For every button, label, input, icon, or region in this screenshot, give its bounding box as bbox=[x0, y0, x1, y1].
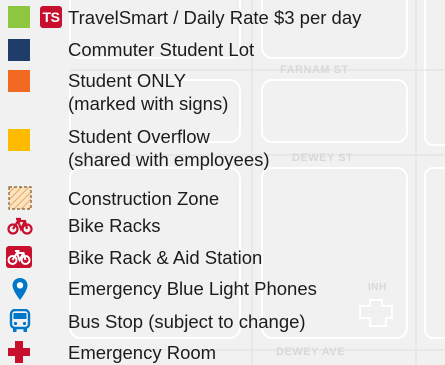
legend-sublabel: (marked with signs) bbox=[68, 93, 229, 114]
student-overflow-swatch bbox=[8, 129, 30, 151]
legend-label: Bus Stop (subject to change) bbox=[68, 311, 306, 332]
bike-icon bbox=[7, 217, 33, 235]
location-pin-icon bbox=[12, 278, 28, 300]
bus-icon bbox=[9, 309, 31, 332]
legend-label: Emergency Room bbox=[68, 342, 217, 363]
legend-label: Emergency Blue Light Phones bbox=[68, 278, 317, 299]
travelsmart-swatch bbox=[8, 6, 30, 28]
cross-icon bbox=[8, 341, 30, 363]
map-legend: TS TravelSmart / Daily Rate $3 per day C… bbox=[0, 0, 445, 365]
legend-label: Bike Racks bbox=[68, 215, 161, 236]
construction-zone-swatch bbox=[8, 186, 32, 210]
legend-label: TravelSmart / Daily Rate $3 per day bbox=[68, 7, 362, 28]
bike-aid-icon bbox=[6, 246, 32, 268]
commuter-lot-swatch bbox=[8, 39, 30, 61]
legend-label: Bike Rack & Aid Station bbox=[68, 247, 263, 268]
legend-label: Student ONLY bbox=[68, 70, 186, 91]
student-only-swatch bbox=[8, 70, 30, 92]
legend-label: Construction Zone bbox=[68, 188, 220, 209]
travelsmart-ts-badge: TS bbox=[40, 6, 62, 28]
legend-sublabel: (shared with employees) bbox=[68, 149, 270, 170]
legend-label: Commuter Student Lot bbox=[68, 39, 255, 60]
legend-label: Student Overflow bbox=[68, 126, 210, 147]
